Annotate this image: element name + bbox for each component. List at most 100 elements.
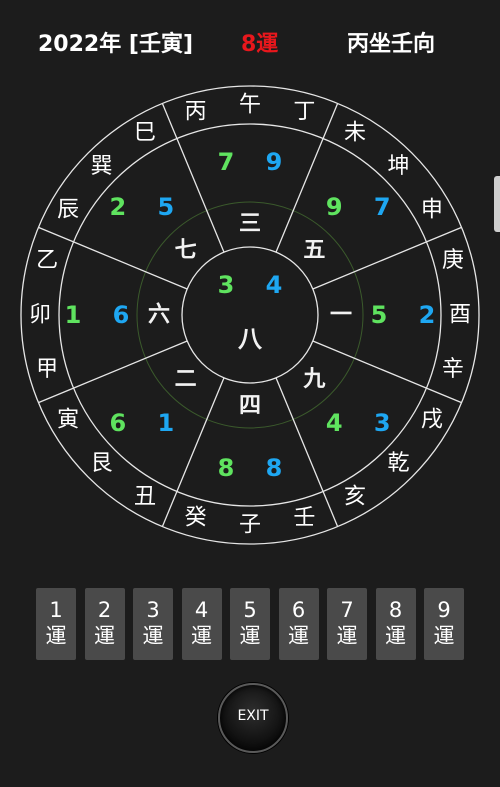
ring-divider [161, 103, 178, 139]
mountain-label-shen: 申 [421, 198, 443, 223]
palace-base-star-southwest: 五 [303, 238, 325, 263]
palace-mountain-star-east: 1 [65, 301, 82, 329]
mountain-label-yi: 乙 [36, 248, 58, 273]
period-number: 8 [388, 598, 403, 622]
mountain-label-xun: 巽 [90, 154, 112, 179]
ring-divider [38, 387, 74, 404]
center-mountain-star: 3 [218, 271, 235, 299]
palace-base-star-west: 一 [330, 303, 352, 328]
flying-star-chart: 丙 午 丁未坤申庚酉辛戌乾亥壬 子 癸 丑艮寅 甲 卯 乙辰巽巳 7 9 三 9 7 五 5 2 一 4 3 九 8 8 四 6… [20, 85, 480, 545]
mountain-label-you: 酉 [449, 303, 471, 328]
period-number: 3 [146, 598, 160, 622]
period-unit: 運 [191, 624, 212, 648]
center-water-star: 4 [266, 271, 283, 299]
palace-mountain-star-north: 8 [218, 454, 235, 482]
palace-divider [73, 241, 188, 290]
period-number: 4 [194, 598, 209, 622]
palace-mountain-star-south: 7 [218, 148, 235, 176]
mountain-label-ding: 丁 [293, 100, 315, 125]
mountain-label-kun: 坤 [387, 154, 409, 179]
palace-water-star-northeast: 1 [157, 409, 174, 437]
palace-water-star-southeast: 5 [157, 193, 174, 221]
ring-divider [161, 491, 178, 527]
mountain-label-chen: 辰 [57, 198, 79, 223]
ring-divider [426, 226, 462, 243]
period-button-8[interactable]: 8運 [375, 588, 416, 660]
header-bar: 2022年 [壬寅] 8運 丙坐壬向 [0, 22, 500, 62]
ring-divider [426, 387, 462, 404]
palace-base-star-northeast: 二 [175, 367, 197, 392]
period-number: 2 [97, 598, 112, 622]
mountain-label-gui: 癸 [185, 505, 207, 530]
mountain-label-xin: 辛 [442, 357, 464, 382]
period-button-5[interactable]: 5運 [230, 588, 270, 660]
palace-water-star-west: 2 [419, 301, 436, 329]
mountain-label-ren: 壬 [293, 505, 315, 530]
palace-water-star-north: 8 [266, 454, 283, 482]
period-number: 1 [49, 598, 63, 622]
ring-divider [322, 103, 339, 139]
palace-divider [312, 241, 427, 290]
palace-mountain-star-northwest: 4 [326, 409, 343, 437]
period-unit: 運 [45, 624, 67, 648]
mountain-label-wei: 未 [344, 121, 366, 146]
period-unit: 運 [142, 624, 164, 648]
period-number: 7 [340, 598, 354, 622]
center-circle [181, 246, 319, 384]
period-unit: 運 [336, 624, 358, 648]
palace-water-star-southwest: 7 [374, 193, 391, 221]
period-unit: 運 [433, 624, 455, 648]
palace-mountain-star-west: 5 [371, 301, 388, 329]
period-number: 6 [291, 598, 306, 622]
period-unit: 運 [94, 624, 115, 648]
facing-direction-label: 丙坐壬向 [347, 32, 436, 57]
period-number: 9 [437, 598, 451, 622]
period-button-7[interactable]: 7運 [327, 588, 367, 660]
palace-mountain-star-southwest: 9 [326, 193, 343, 221]
palace-mountain-star-southeast: 2 [109, 193, 126, 221]
period-button-4[interactable]: 4運 [181, 588, 222, 660]
palace-base-star-north: 四 [239, 394, 261, 419]
mountain-label-chou: 丑 [134, 484, 156, 509]
mountain-label-qian: 乾 [387, 451, 409, 476]
period-button-row: 1運2運3運4運5運6運7運8運9運 [36, 588, 466, 660]
mountain-label-si: 巳 [134, 121, 156, 146]
mountain-label-yin: 寅 [57, 408, 79, 433]
mountain-label-bing: 丙 [185, 100, 207, 125]
current-period-label: 8運 [241, 32, 279, 57]
palace-divider [275, 138, 324, 253]
period-button-3[interactable]: 3運 [133, 588, 173, 660]
mountain-label-xu: 戌 [421, 408, 443, 433]
palace-water-star-east: 6 [113, 301, 130, 329]
ring-divider [38, 226, 74, 243]
palace-base-star-northwest: 九 [302, 367, 325, 392]
exit-button[interactable]: EXIT [218, 683, 288, 753]
year-label: 2022年 [壬寅] [38, 32, 193, 57]
period-unit: 運 [239, 624, 261, 648]
palace-base-star-southeast: 七 [175, 238, 197, 263]
mountain-label-hai: 亥 [344, 484, 366, 509]
period-number: 5 [243, 598, 257, 622]
palace-divider [312, 340, 427, 389]
period-button-9[interactable]: 9運 [424, 588, 464, 660]
ring-divider [322, 491, 339, 527]
mountain-label-jia: 甲 [36, 357, 58, 382]
palace-divider [73, 340, 188, 389]
period-unit: 運 [288, 624, 309, 648]
mountain-label-wu: 午 [239, 93, 261, 118]
center-base-star: 八 [238, 325, 263, 353]
palace-water-star-south: 9 [266, 148, 283, 176]
mountain-label-geng: 庚 [442, 248, 464, 273]
mountain-label-zi: 子 [239, 513, 261, 538]
palace-mountain-star-northeast: 6 [109, 409, 126, 437]
mountain-label-gen: 艮 [90, 451, 112, 476]
period-unit: 運 [385, 624, 406, 648]
period-button-2[interactable]: 2運 [84, 588, 125, 660]
palace-water-star-northwest: 3 [374, 409, 391, 437]
palace-divider [275, 377, 324, 492]
period-button-1[interactable]: 1運 [36, 588, 76, 660]
mountain-label-mao: 卯 [29, 303, 51, 328]
period-button-6[interactable]: 6運 [278, 588, 319, 660]
palace-base-star-east: 六 [148, 303, 170, 328]
palace-base-star-south: 三 [239, 212, 261, 237]
